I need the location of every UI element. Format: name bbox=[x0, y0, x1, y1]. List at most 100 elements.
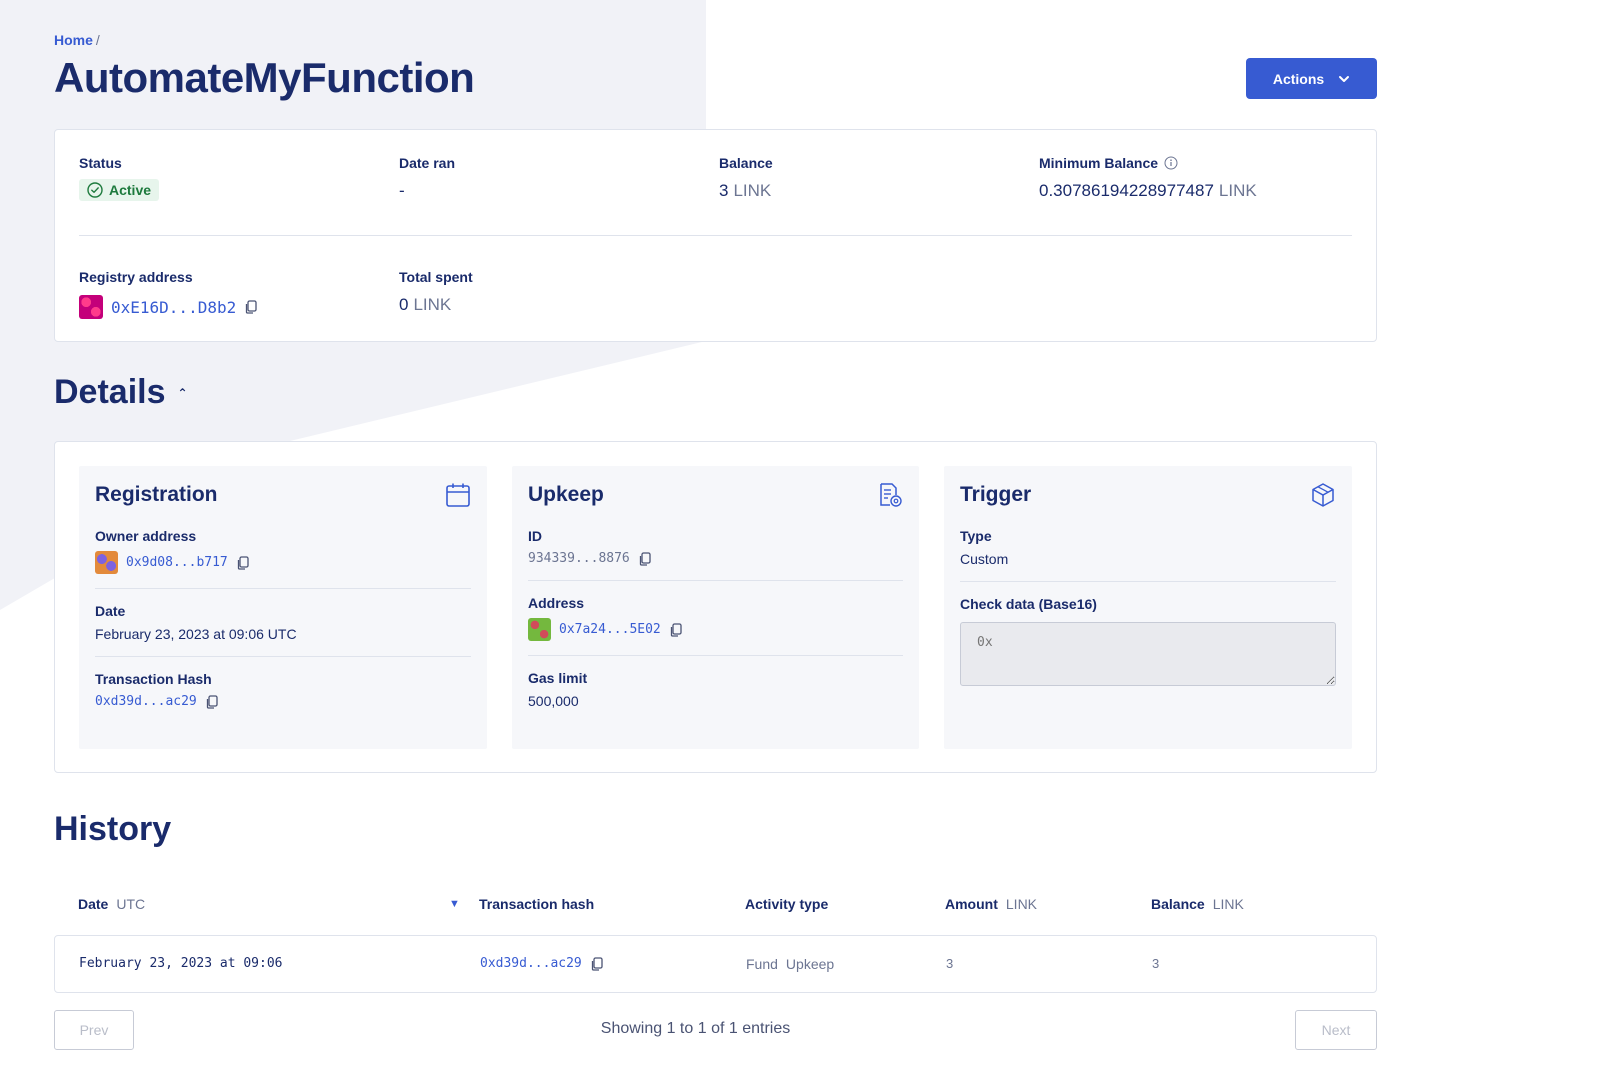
registration-title: Registration bbox=[95, 483, 218, 506]
date-ran-label: Date ran bbox=[399, 155, 456, 171]
trigger-card: Trigger Type Custom Check data (Base16) bbox=[944, 466, 1352, 749]
sort-arrow-icon[interactable]: ▼ bbox=[449, 898, 460, 910]
prev-button[interactable]: Prev bbox=[54, 1010, 134, 1050]
column-amount-label: Amount bbox=[945, 896, 998, 912]
pagination-info: Showing 1 to 1 of 1 entries bbox=[600, 1020, 791, 1037]
row-balance: 3 bbox=[1152, 956, 1160, 971]
breadcrumb-home-link[interactable]: Home bbox=[54, 32, 93, 48]
copy-icon[interactable] bbox=[244, 300, 258, 314]
upkeep-address-link[interactable]: 0x7a24...5E02 bbox=[559, 622, 661, 637]
next-button[interactable]: Next bbox=[1295, 1010, 1377, 1050]
details-heading[interactable]: Details ⌃ bbox=[54, 373, 188, 412]
registry-address-link[interactable]: 0xE16D...D8b2 bbox=[111, 298, 236, 317]
balance-unit: LINK bbox=[733, 181, 772, 200]
total-spent-field: Total spent 0 LINK bbox=[399, 269, 473, 315]
document-settings-icon bbox=[880, 483, 902, 507]
column-balance: Balance LINK bbox=[1151, 896, 1244, 912]
status-field: Status Active bbox=[79, 155, 160, 203]
column-amount-unit: LINK bbox=[1005, 896, 1038, 912]
history-heading: History bbox=[54, 810, 171, 849]
copy-icon[interactable] bbox=[590, 956, 604, 971]
balance-value: 3 bbox=[719, 181, 729, 200]
actions-button[interactable]: Actions bbox=[1246, 58, 1377, 99]
upkeep-title: Upkeep bbox=[528, 483, 604, 506]
date-ran-field: Date ran - bbox=[399, 155, 455, 201]
status-label: Status bbox=[79, 155, 122, 171]
total-spent-label: Total spent bbox=[399, 269, 473, 285]
check-data-input[interactable] bbox=[960, 622, 1336, 686]
column-balance-label: Balance bbox=[1151, 896, 1205, 912]
copy-icon[interactable] bbox=[638, 551, 652, 566]
row-transaction-hash-link[interactable]: 0xd39d...ac29 bbox=[480, 956, 582, 971]
transaction-hash-link[interactable]: 0xd39d...ac29 bbox=[95, 694, 197, 709]
divider bbox=[960, 581, 1336, 582]
breadcrumb-separator: / bbox=[95, 32, 100, 48]
date-ran-value: - bbox=[399, 181, 405, 200]
actions-button-label: Actions bbox=[1272, 70, 1325, 87]
copy-icon[interactable] bbox=[236, 555, 250, 570]
details-panel: Registration Owner address 0x9d08...b717… bbox=[54, 441, 1377, 773]
gas-limit-label: Gas limit bbox=[528, 670, 588, 686]
registration-date-label: Date bbox=[95, 603, 126, 619]
upkeep-avatar bbox=[528, 618, 551, 641]
page-title: AutomateMyFunction bbox=[54, 54, 475, 101]
copy-icon[interactable] bbox=[205, 694, 219, 709]
column-date-label: Date bbox=[78, 896, 109, 912]
chevron-down-icon bbox=[1339, 75, 1350, 82]
status-value: Active bbox=[109, 182, 152, 198]
minimum-balance-label: Minimum Balance bbox=[1039, 155, 1159, 171]
upkeep-id-value: 934339...8876 bbox=[528, 551, 630, 566]
minimum-balance-field: Minimum Balance 0.30786194228977487 LINK bbox=[1039, 155, 1257, 201]
upkeep-id-label: ID bbox=[528, 528, 542, 544]
registry-avatar bbox=[79, 295, 103, 319]
table-row: February 23, 2023 at 09:06 0xd39d...ac29… bbox=[54, 935, 1377, 993]
divider bbox=[95, 656, 471, 657]
copy-icon[interactable] bbox=[669, 622, 683, 637]
gas-limit-value: 500,000 bbox=[528, 693, 579, 709]
calendar-icon bbox=[446, 483, 470, 507]
owner-avatar bbox=[95, 551, 118, 574]
column-balance-unit: LINK bbox=[1212, 896, 1244, 912]
minimum-balance-value: 0.30786194228977487 bbox=[1039, 181, 1214, 200]
upkeep-address-label: Address bbox=[528, 595, 585, 611]
balance-field: Balance 3 LINK bbox=[719, 155, 773, 201]
owner-address-label: Owner address bbox=[95, 528, 197, 544]
details-title: Details bbox=[54, 373, 166, 411]
column-tx-label: Transaction hash bbox=[479, 896, 595, 912]
check-data-label: Check data (Base16) bbox=[960, 596, 1097, 612]
summary-divider bbox=[79, 235, 1352, 236]
trigger-type-value: Custom bbox=[960, 551, 1009, 567]
registration-date-value: February 23, 2023 at 09:06 UTC bbox=[95, 626, 297, 642]
row-date: February 23, 2023 at 09:06 bbox=[79, 956, 283, 971]
row-activity-target: Upkeep bbox=[785, 956, 835, 972]
divider bbox=[95, 588, 471, 589]
column-transaction-hash: Transaction hash bbox=[479, 896, 594, 912]
column-date-unit: UTC bbox=[116, 896, 146, 912]
registry-address-label: Registry address bbox=[79, 269, 193, 285]
upkeep-card: Upkeep ID 934339...8876 Address 0x7a24..… bbox=[512, 466, 919, 749]
total-spent-value: 0 bbox=[399, 295, 409, 314]
cube-icon bbox=[1312, 483, 1334, 507]
column-activity-type: Activity type bbox=[745, 896, 828, 912]
divider bbox=[528, 655, 903, 656]
column-date[interactable]: Date UTC bbox=[78, 896, 145, 912]
info-icon[interactable] bbox=[1164, 156, 1178, 170]
trigger-title: Trigger bbox=[960, 483, 1032, 506]
chevron-up-icon[interactable]: ⌃ bbox=[178, 386, 188, 400]
row-amount: 3 bbox=[946, 956, 954, 971]
row-activity-type: Fund bbox=[746, 956, 778, 972]
breadcrumb: Home / bbox=[54, 32, 100, 48]
trigger-type-label: Type bbox=[960, 528, 992, 544]
owner-address-link[interactable]: 0x9d08...b717 bbox=[126, 555, 228, 570]
column-activity-label: Activity type bbox=[745, 896, 829, 912]
registry-address-field: Registry address 0xE16D...D8b2 bbox=[79, 269, 258, 319]
history-title: History bbox=[54, 810, 172, 848]
divider bbox=[528, 580, 903, 581]
balance-label: Balance bbox=[719, 155, 773, 171]
transaction-hash-label: Transaction Hash bbox=[95, 671, 212, 687]
registration-card: Registration Owner address 0x9d08...b717… bbox=[79, 466, 487, 749]
status-badge: Active bbox=[79, 179, 160, 201]
check-circle-icon bbox=[87, 182, 103, 198]
total-spent-unit: LINK bbox=[413, 295, 452, 314]
history-table-header: Date UTC ▼ Transaction hash Activity typ… bbox=[54, 896, 1377, 932]
